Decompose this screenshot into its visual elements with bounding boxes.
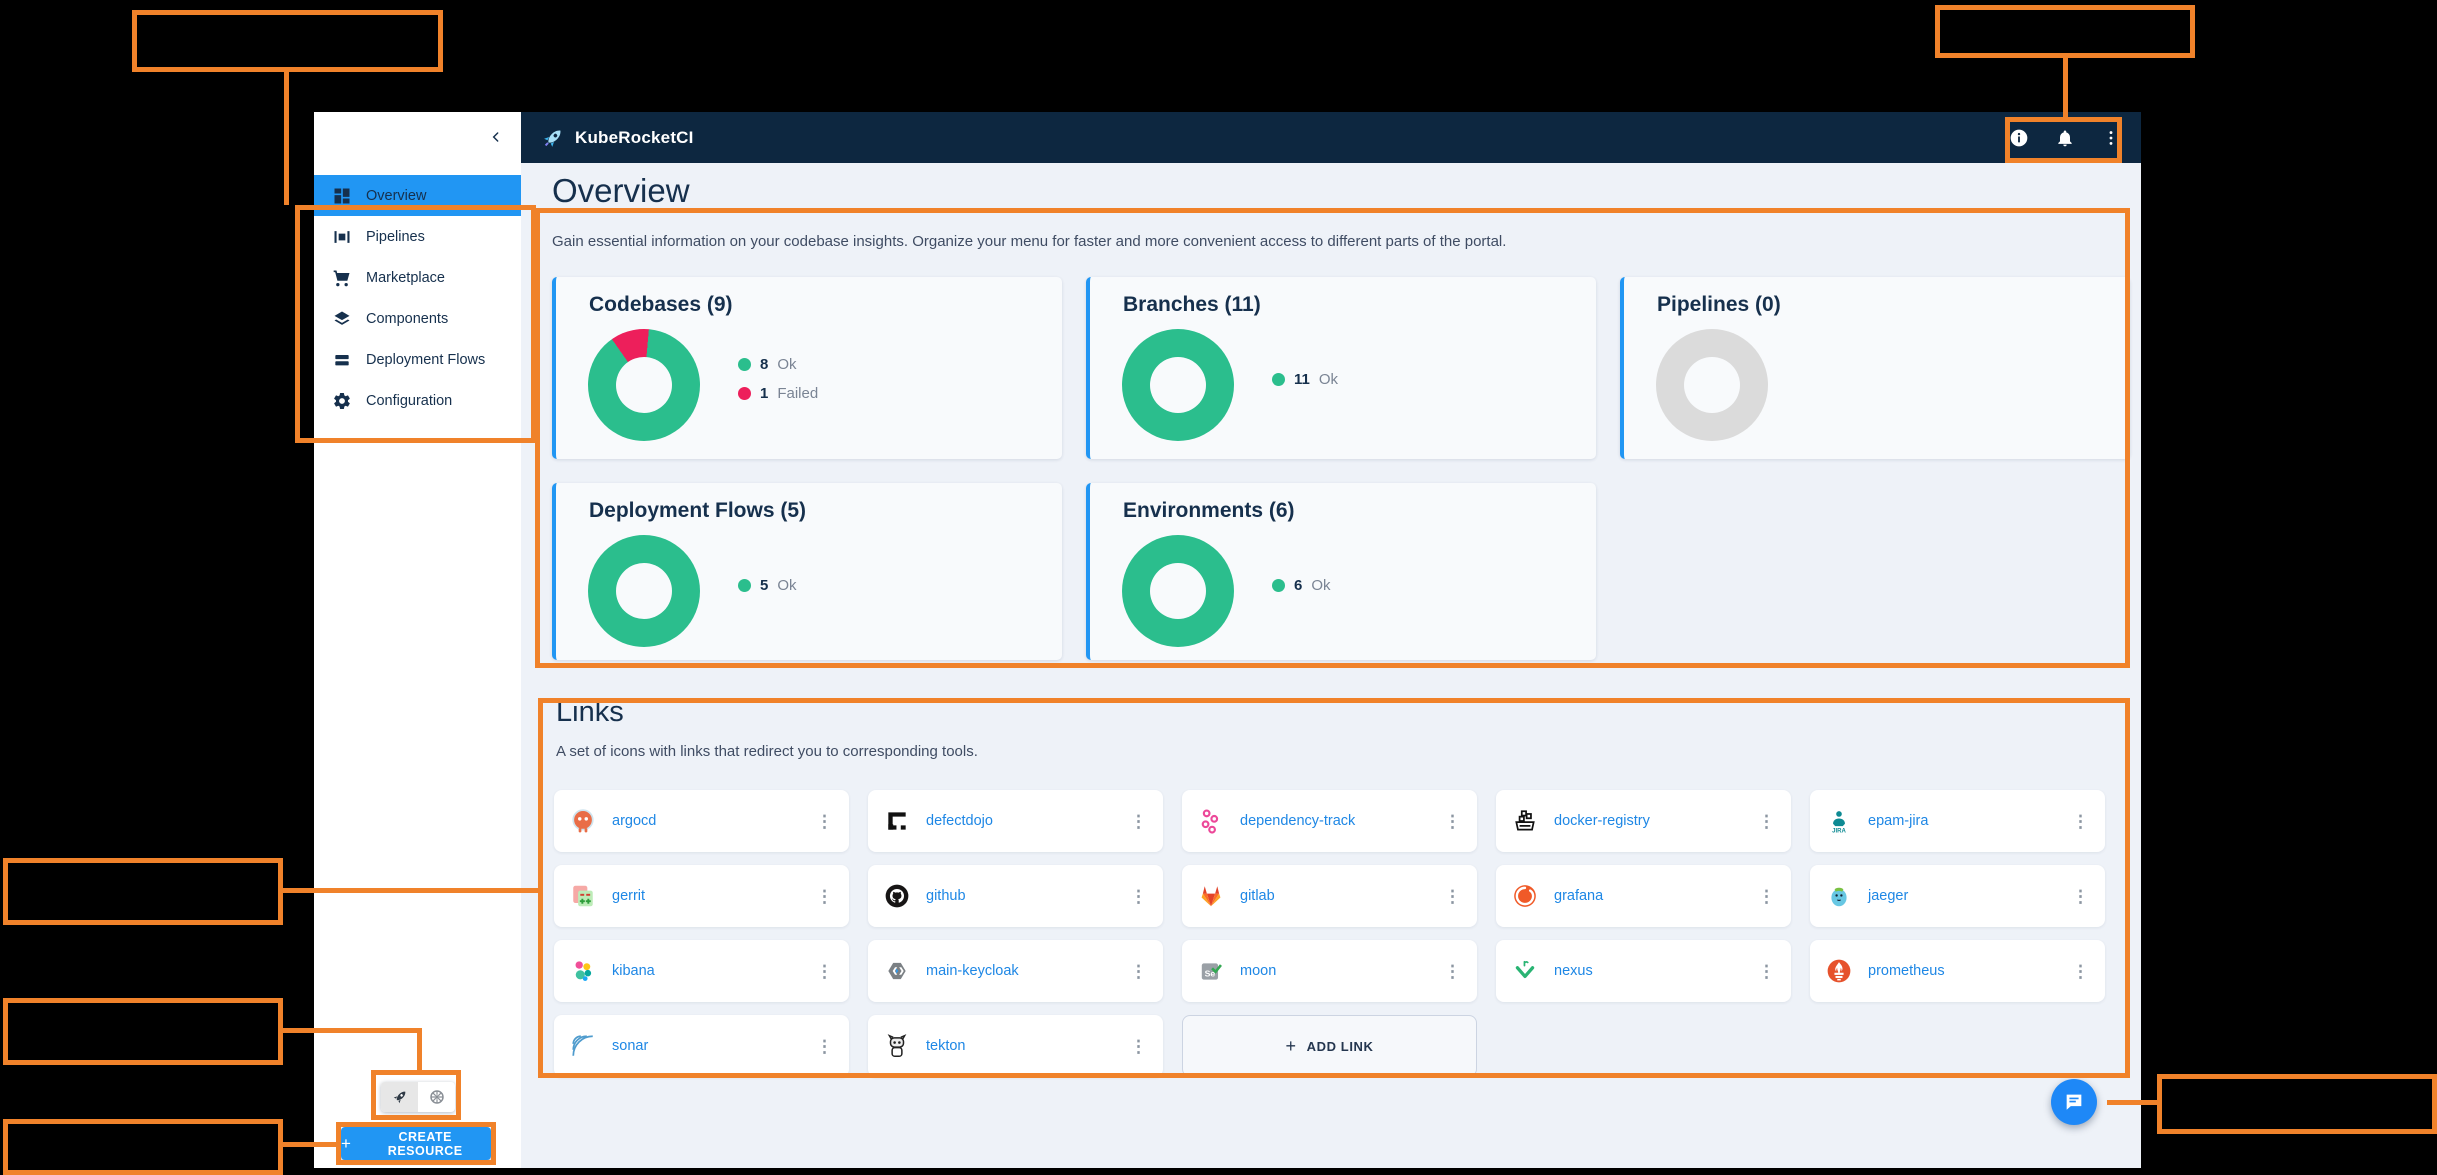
- annotation-box-left-theme: [3, 998, 283, 1065]
- top-header: KubeRocketCI: [521, 112, 2141, 163]
- sidebar-item-label: Overview: [366, 188, 426, 204]
- rocket-logo-icon: [541, 126, 565, 150]
- annotation-rect-links-section: [538, 698, 2130, 1078]
- annotation-rect-create-resource: [336, 1122, 496, 1165]
- annotation-box-left-links: [3, 858, 283, 925]
- annotation-box-bottom-right: [2157, 1074, 2437, 1134]
- annotation-connector-left-theme-h: [283, 1028, 422, 1033]
- annotation-rect-theme-toggle: [371, 1070, 461, 1120]
- annotation-connector-left-links: [283, 888, 538, 893]
- app-title: KubeRocketCI: [575, 128, 694, 148]
- annotation-connector-left-create: [283, 1142, 336, 1147]
- annotation-rect-overview-section: [535, 208, 2130, 668]
- chevron-left-icon: [488, 129, 504, 145]
- annotation-rect-sidebar-nav: [295, 205, 536, 443]
- dashboard-icon: [332, 186, 352, 206]
- annotation-box-left-create: [3, 1119, 283, 1175]
- annotation-rect-header-icons: [2005, 117, 2122, 163]
- annotation-connector-top-left: [284, 72, 289, 205]
- annotation-connector-left-theme-v: [417, 1028, 422, 1070]
- sidebar-collapse-button[interactable]: [483, 124, 509, 150]
- annotation-connector-top-right: [2063, 58, 2068, 117]
- page-title: Overview: [552, 172, 690, 210]
- screenshot-canvas: Overview Pipelines Marketplace Component…: [0, 0, 2437, 1175]
- chat-bubble-icon: [2063, 1091, 2085, 1113]
- brand: KubeRocketCI: [541, 126, 694, 150]
- annotation-box-top-left: [132, 10, 443, 72]
- feedback-chat-button[interactable]: [2051, 1079, 2097, 1125]
- annotation-box-top-right: [1935, 5, 2195, 58]
- annotation-connector-bottom-right: [2107, 1100, 2157, 1105]
